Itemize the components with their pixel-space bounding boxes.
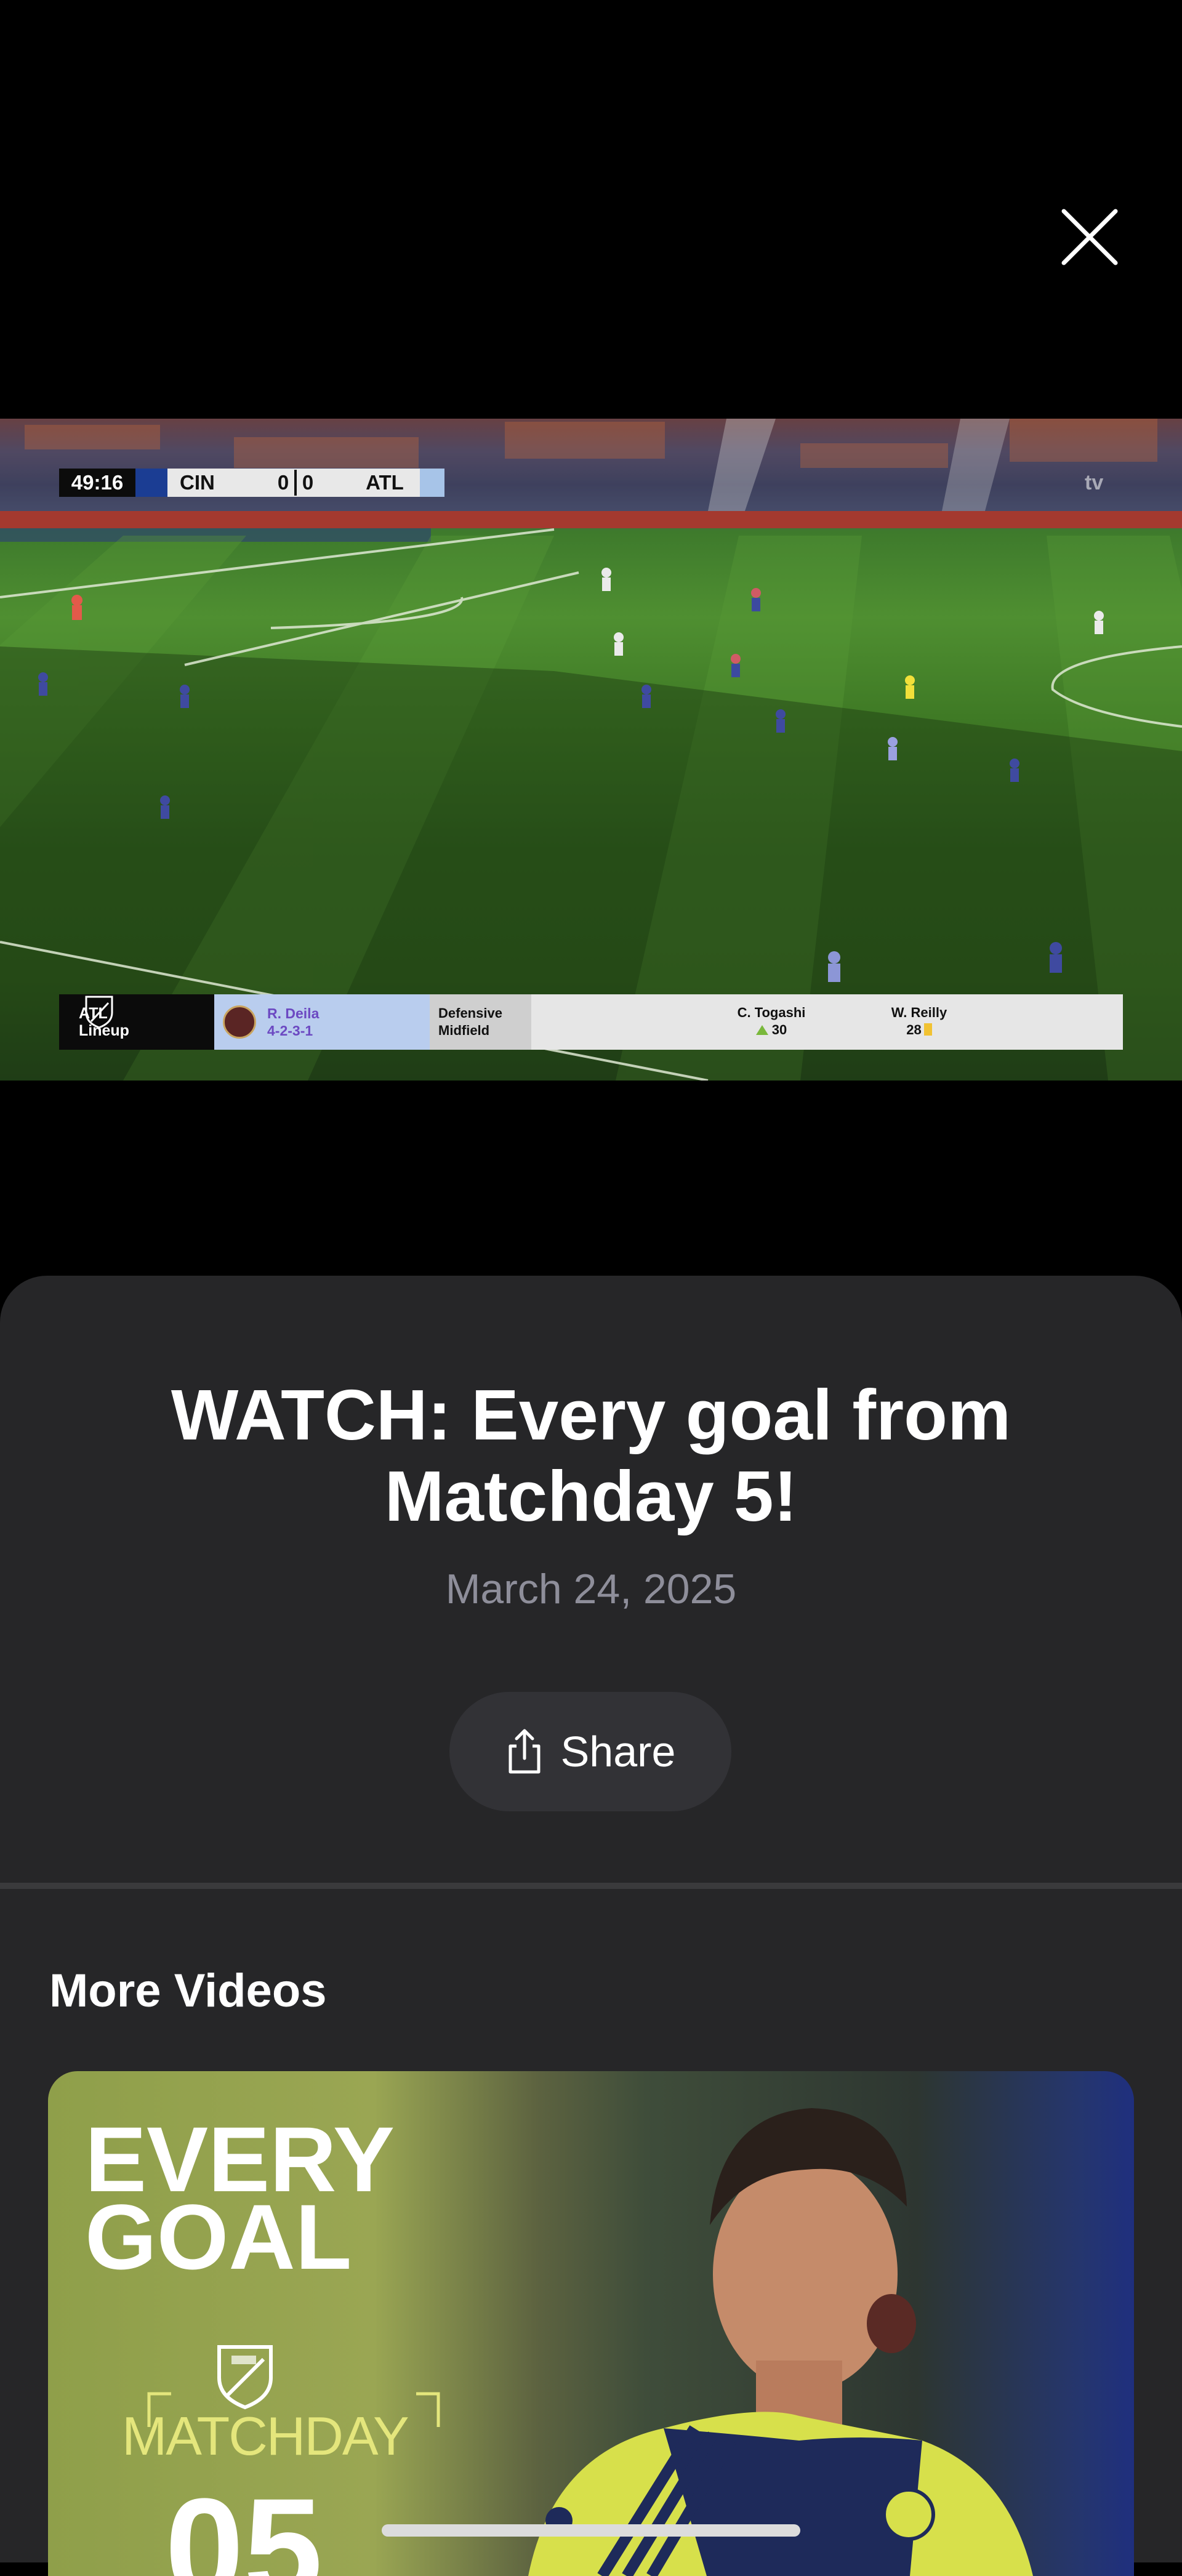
home-indicator[interactable] bbox=[382, 2524, 800, 2537]
share-icon bbox=[509, 1729, 541, 1774]
match-clock: 49:16 bbox=[59, 469, 135, 497]
coach-panel: R. Deila 4-2-3-1 bbox=[214, 994, 430, 1050]
score-panel: CIN 0 0 ATL bbox=[167, 469, 420, 497]
away-team-abbr: ATL bbox=[366, 471, 404, 494]
atlanta-badge-icon bbox=[223, 1005, 256, 1039]
home-team-abbr: CIN bbox=[180, 471, 215, 494]
video-title: WATCH: Every goal from Matchday 5! bbox=[171, 1375, 1011, 1536]
mls-crest-icon bbox=[85, 996, 113, 1029]
yellow-card-icon bbox=[923, 1023, 932, 1036]
formation: 4-2-3-1 bbox=[267, 1023, 313, 1039]
stadium-scene bbox=[0, 419, 1182, 1081]
coach-name: R. Deila bbox=[267, 1005, 320, 1021]
video-thumbnail-card[interactable]: EVERY GOAL MATCHDAY 05 bbox=[48, 2071, 1134, 2576]
video-player[interactable]: 49:16 CIN 0 0 ATL tv ATL Lineup R. Deila… bbox=[0, 419, 1182, 1081]
more-videos-heading: More Videos bbox=[49, 1965, 327, 2017]
player-name: W. Reilly bbox=[891, 1005, 947, 1020]
close-icon bbox=[1061, 209, 1118, 265]
broadcaster-watermark: tv bbox=[1085, 471, 1104, 494]
home-team-color bbox=[135, 469, 167, 497]
away-score: 0 bbox=[302, 471, 314, 494]
player-number: 30 bbox=[771, 1022, 787, 1037]
scoreboard: 49:16 CIN 0 0 ATL bbox=[59, 469, 444, 497]
share-label: Share bbox=[560, 1728, 676, 1776]
thumbnail-subtitle: MATCHDAY bbox=[122, 2405, 409, 2466]
lineup-logo-panel: ATL Lineup bbox=[59, 994, 214, 1050]
thumbnail-line2: GOAL bbox=[85, 2185, 352, 2288]
close-button[interactable] bbox=[1059, 206, 1120, 268]
thumbnail-number: 05 bbox=[165, 2469, 323, 2576]
share-button[interactable]: Share bbox=[449, 1692, 731, 1811]
home-score: 0 bbox=[277, 471, 289, 494]
video-details-sheet: WATCH: Every goal from Matchday 5! March… bbox=[0, 1276, 1182, 2576]
section-divider bbox=[0, 1883, 1182, 1889]
player-number: 28 bbox=[906, 1022, 922, 1037]
lineup-graphic: ATL Lineup R. Deila 4-2-3-1 Defensive Mi… bbox=[59, 994, 1123, 1050]
thumbnail-title: EVERY GOAL bbox=[85, 2113, 395, 2288]
player-entry: C. Togashi 30 bbox=[716, 1004, 827, 1039]
video-date: March 24, 2025 bbox=[445, 1566, 737, 1612]
position-label: Defensive Midfield bbox=[430, 994, 531, 1050]
green-triangle-icon bbox=[755, 1025, 768, 1035]
player-name: C. Togashi bbox=[737, 1005, 806, 1020]
players-panel: C. Togashi 30 W. Reilly 28 bbox=[531, 994, 1123, 1050]
away-team-color bbox=[420, 469, 444, 497]
player-entry: W. Reilly 28 bbox=[870, 1004, 968, 1039]
